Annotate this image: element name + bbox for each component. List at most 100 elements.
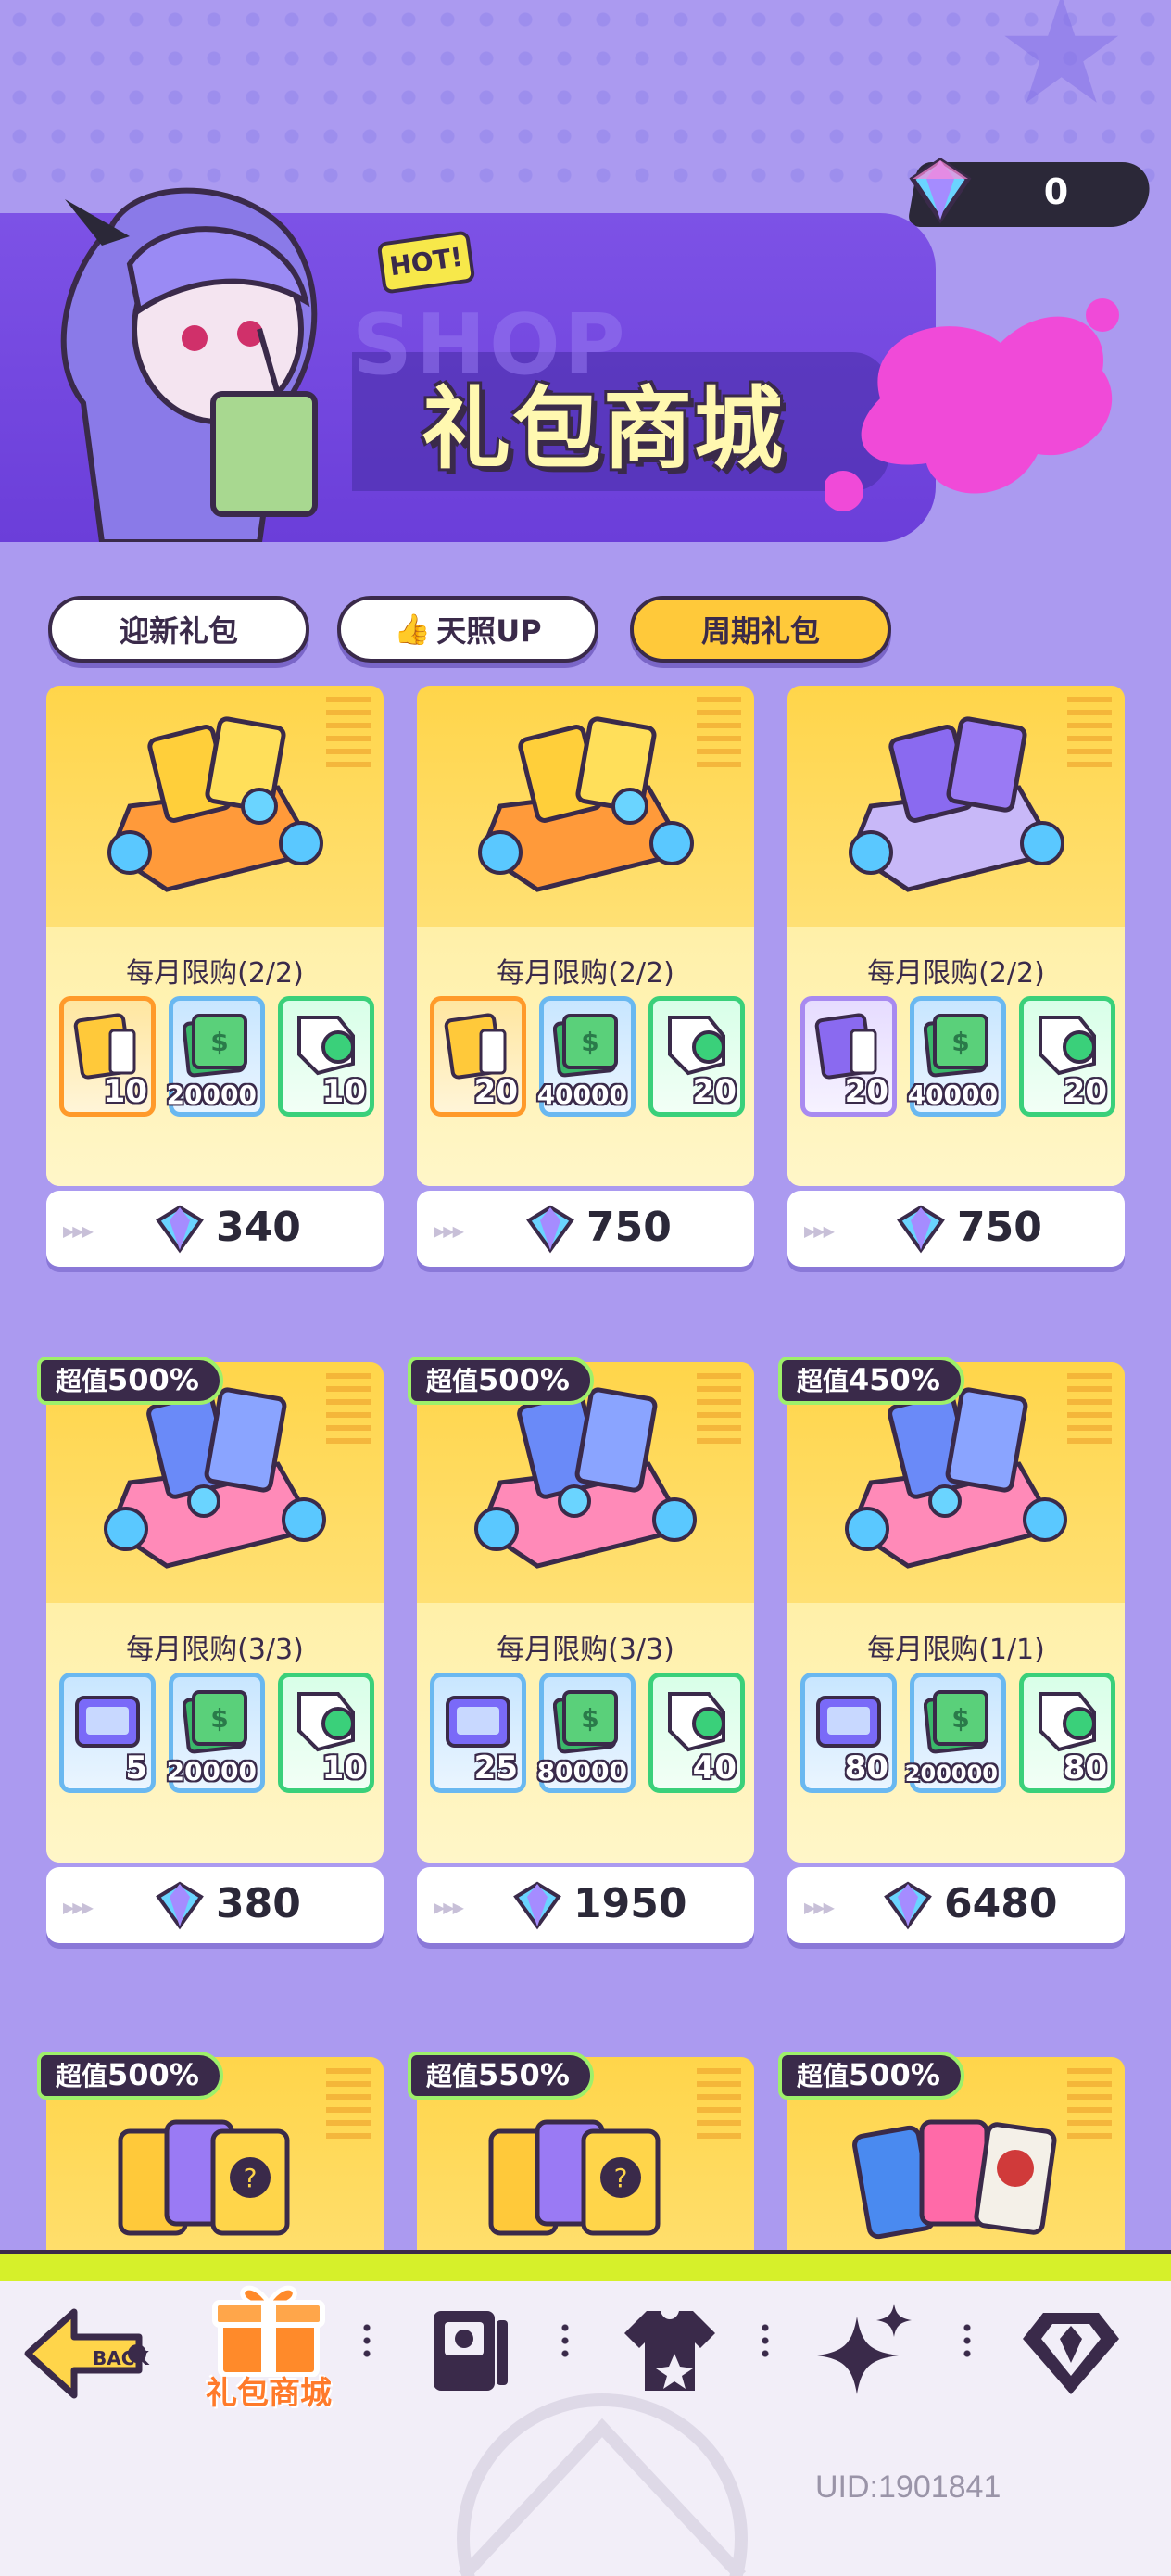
value-badge-percent: 550% (478, 2057, 570, 2092)
nav-separator (963, 2321, 971, 2358)
gem-icon (884, 1881, 932, 1930)
shirt-icon (624, 2311, 715, 2391)
item-quantity: 200000 (904, 1761, 998, 1787)
tab-label: 周期礼包 (700, 613, 820, 649)
svg-text:$: $ (951, 1027, 969, 1057)
item-quantity: 20 (473, 1073, 518, 1110)
price-button[interactable]: ▶▶▶ 750 (417, 1191, 754, 1267)
value-badge-prefix: 超值 (56, 2061, 108, 2091)
reward-item[interactable]: 40 (648, 1673, 745, 1793)
reward-item[interactable]: 20 (800, 996, 897, 1117)
reward-item[interactable]: $80000 (537, 1673, 636, 1793)
value-badge-prefix: 超值 (797, 1366, 850, 1396)
arrows-icon: ▶▶▶ (63, 1899, 94, 1916)
card-body: 每月限购(1/1) 80 $200000 80 (787, 1362, 1125, 1863)
reward-item[interactable]: 80 (800, 1673, 897, 1793)
item-quantity: 20000 (166, 1080, 257, 1110)
reward-item[interactable]: 25 (430, 1673, 526, 1793)
nav-cards[interactable] (417, 2298, 519, 2400)
back-label: BACK (93, 2347, 150, 2369)
card-icon (434, 2311, 508, 2391)
purchase-limit: 每月限购(3/3) (126, 1634, 304, 1666)
back-button[interactable]: BACK (19, 2298, 157, 2409)
cash-icon: $ (553, 1690, 618, 1754)
gift-pack-card[interactable]: 每月限购(3/3) 5 $20000 10 超值500% ▶▶▶ 380 (37, 1357, 384, 1948)
nav-diamond-shop[interactable] (1015, 2298, 1127, 2400)
price-button[interactable]: ▶▶▶ 380 (46, 1867, 384, 1943)
cash-icon: $ (553, 1014, 618, 1078)
card-body: 每月限购(2/2) 20 $40000 20 (417, 686, 754, 1186)
gift-pack-card[interactable]: 每月限购(2/2) 20 $40000 20 ▶▶▶ 750 (787, 686, 1125, 1271)
paint-splash-icon (825, 298, 1119, 511)
gem-icon (156, 1205, 204, 1254)
value-badge-prefix: 超值 (426, 1366, 479, 1396)
price-value: 340 (216, 1204, 301, 1251)
reward-item[interactable]: 10 (278, 996, 374, 1117)
gift-pack-card[interactable]: 每月限购(3/3) 25 $80000 40 超值500% ▶▶▶ 1950 (408, 1357, 754, 1948)
item-quantity: 10 (103, 1073, 147, 1110)
reward-item[interactable]: 20 (648, 996, 745, 1117)
pack-art (107, 716, 323, 892)
reward-item[interactable]: 80 (1019, 1673, 1115, 1793)
nav-gift-shop[interactable]: 礼包商城 (195, 2275, 343, 2414)
gift-pack-card[interactable]: ? 超值500% (37, 2052, 384, 2252)
user-id: UID:1901841 (815, 2469, 1001, 2505)
reward-item[interactable]: $20000 (166, 996, 265, 1117)
pack-art: ? (118, 2119, 290, 2236)
sparkle-icon (817, 2304, 912, 2394)
ticket-icon (816, 1696, 881, 1748)
ticket-icon (446, 1696, 510, 1748)
pack-art (104, 1387, 326, 1569)
gift-pack-card[interactable]: ? 超值550% (408, 2052, 754, 2252)
gem-icon (909, 157, 972, 224)
item-quantity: 10 (321, 1073, 366, 1110)
item-quantity: 20 (1063, 1073, 1107, 1110)
tab-periodic-pack[interactable]: 周期礼包 (630, 596, 891, 663)
price-value: 1950 (573, 1880, 687, 1927)
pack-art: ? (488, 2119, 661, 2236)
character-illustration (60, 187, 318, 542)
tab-tianzhao-up[interactable]: 👍 天照UP (337, 596, 598, 663)
arrows-icon: ▶▶▶ (63, 1222, 94, 1240)
gift-pack-card[interactable]: 每月限购(1/1) 80 $200000 80 超值450% ▶▶▶ 6480 (778, 1357, 1125, 1948)
arrows-icon: ▶▶▶ (434, 1222, 464, 1240)
gem-icon (897, 1205, 945, 1254)
item-quantity: 10 (321, 1749, 366, 1787)
value-badge: 超值450% (778, 1357, 964, 1405)
reward-item[interactable]: 20 (430, 996, 526, 1117)
value-badge-percent: 500% (849, 2057, 940, 2092)
item-quantity: 20000 (166, 1756, 257, 1787)
reward-item[interactable]: $40000 (907, 996, 1006, 1117)
price-button[interactable]: ▶▶▶ 340 (46, 1191, 384, 1267)
reward-item[interactable]: 20 (1019, 996, 1115, 1117)
value-badge: 超值550% (408, 2052, 594, 2100)
reward-item[interactable]: $20000 (166, 1673, 265, 1793)
reward-item[interactable]: 10 (59, 996, 156, 1117)
nav-effects[interactable] (815, 2298, 917, 2400)
tab-welcome-pack[interactable]: 迎新礼包 (48, 596, 309, 663)
value-badge-percent: 450% (849, 1362, 940, 1397)
purchase-limit: 每月限购(2/2) (867, 957, 1045, 990)
reward-item[interactable]: $200000 (905, 1673, 1006, 1793)
value-badge-prefix: 超值 (426, 2061, 479, 2091)
item-quantity: 80 (1063, 1749, 1107, 1787)
nav-outfits[interactable] (619, 2298, 721, 2400)
value-badge-percent: 500% (107, 1362, 199, 1397)
reward-item[interactable]: 5 (59, 1673, 156, 1793)
reward-item[interactable]: 10 (278, 1673, 374, 1793)
item-quantity: 40000 (536, 1080, 627, 1110)
item-quantity: 20 (844, 1073, 888, 1110)
price-button[interactable]: ▶▶▶ 1950 (417, 1867, 754, 1943)
nav-separator (762, 2321, 769, 2358)
price-button[interactable]: ▶▶▶ 6480 (787, 1867, 1125, 1943)
arrows-icon: ▶▶▶ (804, 1899, 835, 1916)
price-value: 380 (216, 1880, 301, 1927)
reward-item[interactable]: $40000 (536, 996, 636, 1117)
gift-pack-card[interactable]: 超值500% (778, 2052, 1125, 2252)
gift-pack-card[interactable]: 每月限购(2/2) 10 $20000 10 ▶▶▶ 340 (46, 686, 384, 1271)
item-quantity: 40000 (907, 1080, 998, 1110)
purchase-limit: 每月限购(1/1) (867, 1634, 1045, 1666)
price-value: 750 (586, 1204, 672, 1251)
gift-pack-card[interactable]: 每月限购(2/2) 20 $40000 20 ▶▶▶ 750 (417, 686, 754, 1271)
price-button[interactable]: ▶▶▶ 750 (787, 1191, 1125, 1267)
